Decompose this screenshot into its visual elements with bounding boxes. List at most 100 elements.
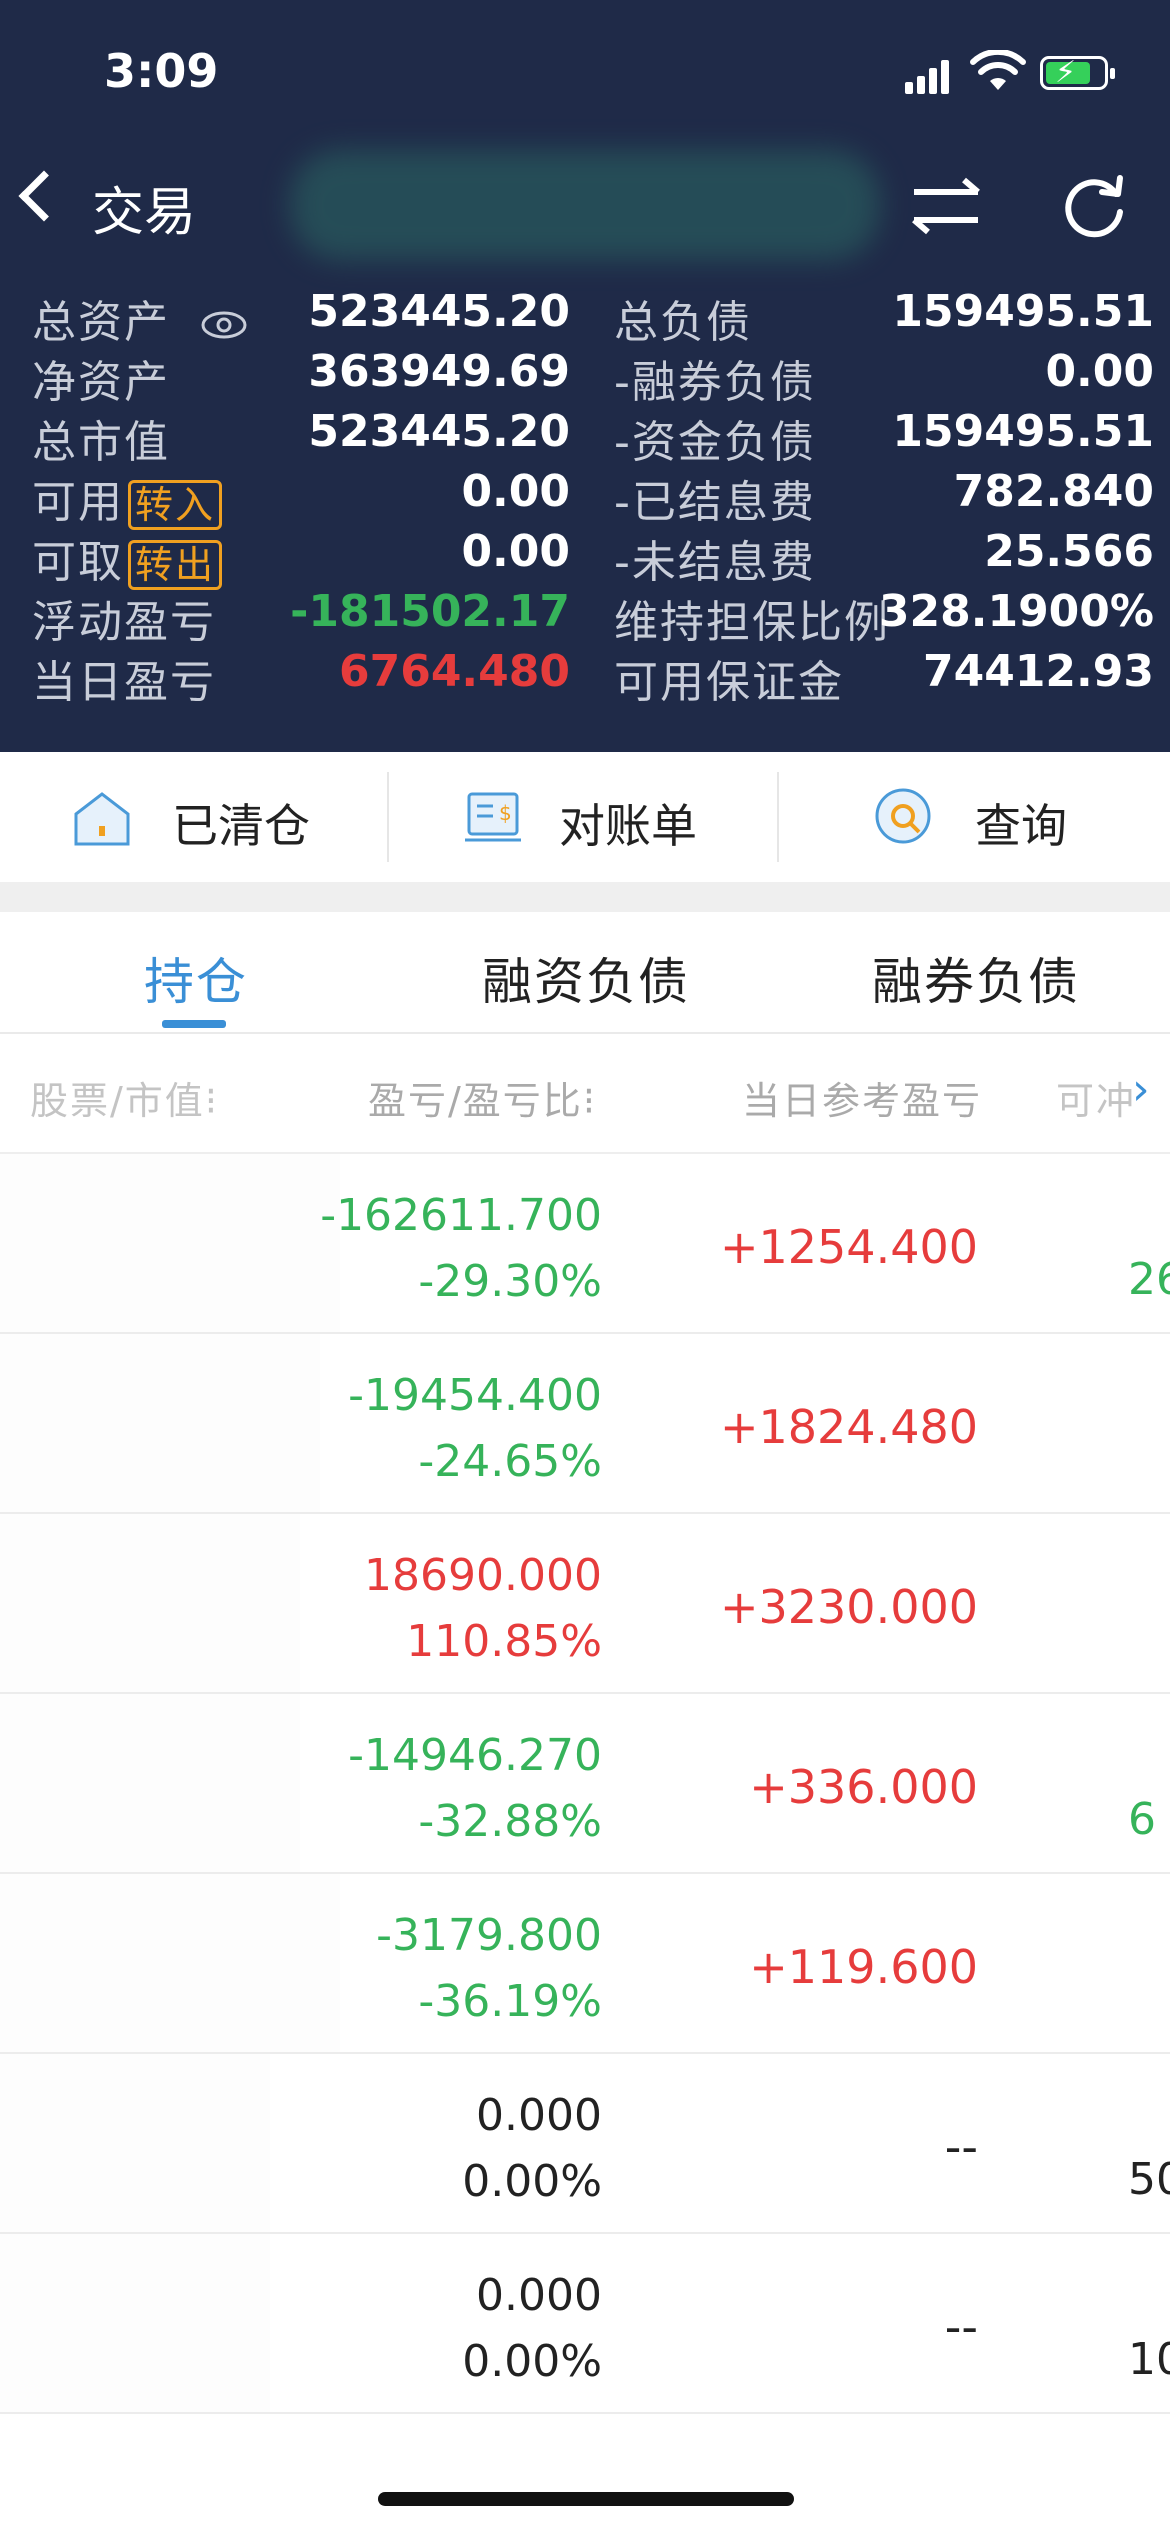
wifi-icon (970, 50, 1026, 90)
back-button-label[interactable]: 交易 (92, 170, 196, 245)
table-row[interactable]: 0.000 0.00% -- 10 (0, 2234, 1170, 2414)
table-row[interactable]: -14946.270 -32.88% +336.000 6 (0, 1694, 1170, 1874)
position-pl-ratio: 0.00% (462, 2156, 602, 2207)
position-pl: 0.000 (476, 2090, 602, 2141)
home-indicator[interactable] (378, 2492, 794, 2506)
value-available-margin: 74412.93 (922, 646, 1154, 697)
transfer-in-button[interactable]: 转入 (128, 480, 223, 530)
value-daily-pl: 6764.480 (338, 646, 570, 697)
position-pl: -3179.800 (376, 1910, 602, 1961)
query-button[interactable]: 查询 (779, 752, 1167, 882)
action-bar: 已清仓 $ 对账单 查询 (0, 752, 1170, 883)
closed-positions-label: 已清仓 (172, 799, 310, 853)
back-arrow-icon[interactable] (18, 170, 70, 222)
position-pl-ratio: 0.00% (462, 2336, 602, 2387)
obscured-account-name (290, 150, 880, 260)
label-market-value: 总市值 (32, 417, 170, 468)
column-more[interactable]: 可冲 (1056, 1070, 1136, 1125)
label-maintenance-ratio: 维持担保比例 (614, 597, 890, 648)
obscured-stock-name (0, 1694, 300, 1872)
section-divider (0, 882, 1170, 912)
statement-button[interactable]: $ 对账单 (389, 752, 777, 882)
value-settled-interest: 782.840 (953, 466, 1154, 517)
eye-icon[interactable] (200, 310, 248, 340)
account-row-total-assets: 总资产 523445.20 总负债 159495.51 (0, 286, 1170, 348)
value-withdrawable: 0.00 (461, 526, 570, 577)
account-header: 3:09 ⚡ 交易 总资产 523445.20 总负债 159495.51 净资… (0, 0, 1170, 752)
column-daily-pl[interactable]: 当日参考盈亏 (742, 1070, 982, 1125)
swap-account-icon[interactable] (910, 176, 982, 236)
account-row-available: 可用 转入 0.00 -已结息费 782.840 (0, 466, 1170, 530)
position-pl: 0.000 (476, 2270, 602, 2321)
position-extra: 26 (1128, 1254, 1170, 1305)
value-floating-pl: -181502.17 (290, 586, 570, 637)
account-row-market-value: 总市值 523445.20 -资金负债 159495.51 (0, 406, 1170, 468)
position-daily-pl: +119.600 (749, 1940, 978, 1994)
position-daily-pl: +1824.480 (719, 1400, 978, 1454)
tab-short-debt[interactable]: 融券负债 (872, 942, 1080, 1014)
label-available-margin: 可用保证金 (614, 657, 844, 708)
label-unsettled-interest: -未结息费 (614, 537, 816, 588)
label-total-liabilities: 总负债 (614, 297, 752, 348)
value-market-value: 523445.20 (308, 406, 570, 457)
label-floating-pl: 浮动盈亏 (32, 597, 216, 648)
cellular-signal-icon (905, 56, 959, 94)
chevron-right-icon[interactable]: › (1132, 1064, 1152, 1115)
obscured-stock-name (0, 1334, 320, 1512)
position-pl-ratio: -24.65% (418, 1436, 602, 1487)
active-tab-indicator (162, 1020, 226, 1028)
svg-text:$: $ (499, 801, 512, 825)
value-unsettled-interest: 25.566 (984, 526, 1154, 577)
label-withdrawable: 可取 转出 (32, 526, 223, 590)
column-stock-market-value[interactable]: 股票/市值⁝ (30, 1070, 219, 1125)
account-row-withdrawable: 可取 转出 0.00 -未结息费 25.566 (0, 526, 1170, 590)
statement-icon: $ (465, 792, 521, 842)
position-daily-pl: +336.000 (749, 1760, 978, 1814)
label-cash-liabilities: -资金负债 (614, 417, 816, 468)
row-divider (0, 2412, 1170, 2414)
table-row[interactable]: 0.000 0.00% -- 500 (0, 2054, 1170, 2234)
position-daily-pl: +1254.400 (719, 1220, 978, 1274)
obscured-stock-name (0, 1874, 340, 2052)
account-row-net-assets: 净资产 363949.69 -融券负债 0.00 (0, 346, 1170, 408)
value-net-assets: 363949.69 (308, 346, 570, 397)
table-row[interactable]: -3179.800 -36.19% +119.600 (0, 1874, 1170, 2054)
position-pl: -14946.270 (348, 1730, 602, 1781)
label-available: 可用 转入 (32, 466, 223, 530)
closed-positions-button[interactable]: 已清仓 (0, 752, 388, 882)
obscured-stock-name (0, 2234, 270, 2412)
tab-margin-debt[interactable]: 融资负债 (482, 942, 690, 1014)
transfer-out-button[interactable]: 转出 (128, 540, 223, 590)
battery-icon: ⚡ (1040, 55, 1115, 90)
label-daily-pl: 当日盈亏 (32, 657, 216, 708)
label-net-assets: 净资产 (32, 357, 170, 408)
query-label: 查询 (975, 799, 1067, 853)
position-pl-ratio: -36.19% (418, 1976, 602, 2027)
position-daily-pl: +3230.000 (719, 1580, 978, 1634)
house-icon (74, 792, 130, 846)
position-extra: 6 (1128, 1794, 1156, 1845)
status-time: 3:09 (104, 44, 219, 98)
obscured-stock-name (0, 1514, 300, 1692)
value-maintenance-ratio: 328.1900% (878, 586, 1154, 637)
tab-holdings[interactable]: 持仓 (144, 942, 248, 1014)
position-pl-ratio: -29.30% (418, 1256, 602, 1307)
position-extra: 500 (1128, 2154, 1170, 2205)
position-daily-pl: -- (944, 2300, 978, 2354)
label-short-liabilities: -融券负债 (614, 357, 816, 408)
table-row[interactable]: 18690.000 110.85% +3230.000 (0, 1514, 1170, 1694)
value-cash-liabilities: 159495.51 (892, 406, 1154, 457)
account-row-floating-pl: 浮动盈亏 -181502.17 维持担保比例 328.1900% (0, 586, 1170, 648)
refresh-icon[interactable] (1062, 172, 1128, 238)
value-total-liabilities: 159495.51 (892, 286, 1154, 337)
column-header: 股票/市值⁝ 盈亏/盈亏比⁝ 当日参考盈亏 可冲 › (0, 1034, 1170, 1154)
table-row[interactable]: -19454.400 -24.65% +1824.480 (0, 1334, 1170, 1514)
account-row-daily-pl: 当日盈亏 6764.480 可用保证金 74412.93 (0, 646, 1170, 708)
statement-label: 对账单 (559, 799, 697, 853)
column-pl-ratio[interactable]: 盈亏/盈亏比⁝ (368, 1070, 597, 1125)
obscured-stock-name (0, 2054, 270, 2232)
position-pl: -19454.400 (348, 1370, 602, 1421)
position-pl-ratio: -32.88% (418, 1796, 602, 1847)
position-extra: 10 (1128, 2334, 1170, 2385)
table-row[interactable]: -162611.700 -29.30% +1254.400 26 (0, 1154, 1170, 1334)
